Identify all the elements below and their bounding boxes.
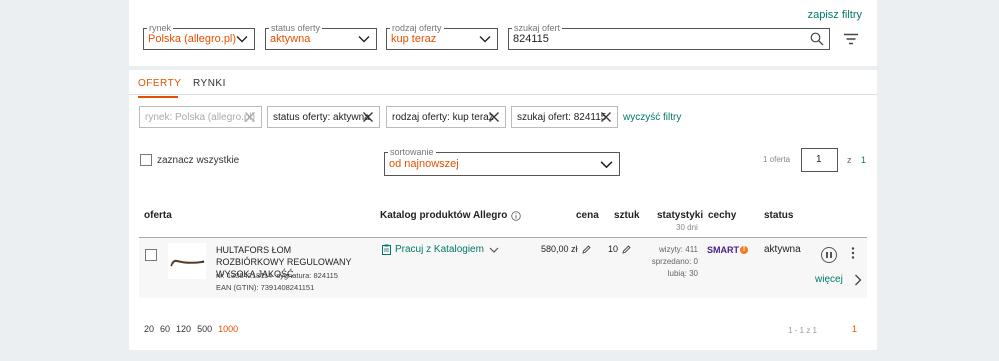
signature-label: sygnatura: xyxy=(276,271,312,280)
sort-select[interactable]: sortowanie od najnowszej xyxy=(384,146,620,176)
select-all-label: zaznacz wszystkie xyxy=(157,154,240,166)
current-page-link[interactable]: 1 xyxy=(852,324,857,334)
chevron-down-icon xyxy=(600,161,613,169)
chevron-right-icon[interactable] xyxy=(854,274,862,286)
sort-value: od najnowszej xyxy=(389,158,459,170)
sort-legend: sortowanie xyxy=(388,146,436,158)
quantity-cell: 10 xyxy=(608,244,631,254)
search-icon[interactable] xyxy=(810,32,824,46)
checkbox[interactable] xyxy=(140,154,152,166)
save-filters-link[interactable]: zapisz filtry xyxy=(808,9,862,21)
offer-nr-label: nr: xyxy=(216,271,225,280)
chevron-down-icon xyxy=(236,36,248,43)
pencil-icon[interactable] xyxy=(581,244,591,254)
stat-likes: lubią: 30 xyxy=(667,269,698,278)
pencil-icon[interactable] xyxy=(622,244,631,254)
smart-badge: SMART ! xyxy=(707,245,748,255)
close-icon[interactable] xyxy=(362,111,374,123)
status-value: aktywna xyxy=(764,244,801,255)
more-vertical-icon[interactable] xyxy=(851,246,855,260)
tab-markets[interactable]: RYNKI xyxy=(193,78,226,89)
column-header-qty: sztuk xyxy=(614,210,640,221)
crowbar-image xyxy=(170,259,205,267)
market-value: Polska (allegro.pl) xyxy=(148,33,237,45)
ean-value: 7391408241151 xyxy=(260,283,315,292)
filters-panel: zapisz filtry rynek Polska (allegro.pl) … xyxy=(129,0,877,66)
offers-panel: OFERTY RYNKI rynek: Polska (allegro.pl) … xyxy=(129,70,877,350)
close-icon[interactable] xyxy=(600,111,612,123)
search-input[interactable]: szukaj ofert 824115 xyxy=(508,22,830,50)
column-header-catalog: Katalog produktów Allegro xyxy=(380,210,522,221)
column-header-features: cechy xyxy=(708,210,737,221)
page-number-input[interactable]: 1 xyxy=(801,148,838,172)
column-header-stats: statystyki xyxy=(657,210,704,221)
pagination-top: 1 oferta 1 z 1 xyxy=(757,148,877,172)
chevron-down-icon xyxy=(489,247,499,253)
status-value: aktywna xyxy=(270,33,311,45)
signature-value: 824115 xyxy=(313,271,338,280)
row-checkbox[interactable] xyxy=(145,249,157,261)
catalog-action-label: Pracuj z Katalogiem xyxy=(395,244,484,255)
filter-settings-icon[interactable] xyxy=(844,33,858,45)
more-link[interactable]: więcej xyxy=(815,274,843,285)
column-header-catalog-label: Katalog produktów Allegro xyxy=(380,210,508,221)
stats-cell: wizyty: 411 sprzedano: 0 lubią: 30 xyxy=(639,244,698,280)
filter-chip-search: szukaj ofert: 824115 xyxy=(511,106,618,128)
price-value: 580,00 zł xyxy=(541,244,578,254)
page-range-info: 1 - 1 z 1 xyxy=(788,326,817,335)
product-thumbnail[interactable] xyxy=(168,243,206,279)
column-header-price: cena xyxy=(576,210,599,221)
filter-chip-label: rynek: Polska (allegro.pl) xyxy=(145,111,256,123)
quantity-value: 10 xyxy=(608,244,619,254)
price-cell: 580,00 zł xyxy=(541,244,591,254)
filter-chip-label: rodzaj oferty: kup teraz xyxy=(392,111,494,123)
tab-bar: OFERTY RYNKI xyxy=(129,70,877,98)
info-icon[interactable] xyxy=(511,210,522,221)
page-of-label: z xyxy=(847,155,852,165)
filter-chip-status: status oferty: aktywna xyxy=(267,106,380,128)
clear-filters-link[interactable]: wyczyść filtry xyxy=(623,112,681,123)
offer-type-select[interactable]: rodzaj oferty kup teraz xyxy=(386,22,498,50)
smart-exclamation-icon[interactable]: ! xyxy=(740,246,748,254)
filter-chip-label: szukaj ofert: 824115 xyxy=(517,111,607,123)
status-select[interactable]: status oferty aktywna xyxy=(265,22,377,50)
offer-type-value: kup teraz xyxy=(391,33,437,45)
per-page-option-active[interactable]: 1000 xyxy=(218,324,238,334)
search-value: 824115 xyxy=(513,33,549,45)
catalog-dropdown[interactable]: Pracuj z Katalogiem xyxy=(382,244,499,255)
offer-meta: nr: 13364218114 sygnatura: 824115 EAN (G… xyxy=(216,270,338,294)
clipboard-icon xyxy=(382,244,391,255)
per-page-option[interactable]: 60 xyxy=(160,324,170,334)
tab-offers[interactable]: OFERTY xyxy=(138,78,181,98)
smart-label: SMART xyxy=(707,245,739,255)
filter-chip-label: status oferty: aktywna xyxy=(273,111,370,123)
chevron-down-icon xyxy=(358,36,370,43)
stat-visits: wizyty: 411 xyxy=(659,245,698,254)
filter-chip-market: rynek: Polska (allegro.pl) xyxy=(139,106,262,128)
per-page-option[interactable]: 20 xyxy=(144,324,154,334)
chevron-down-icon xyxy=(479,36,491,43)
per-page-option[interactable]: 500 xyxy=(197,324,212,334)
offers-count: 1 oferta xyxy=(763,155,791,164)
filter-chip-type: rodzaj oferty: kup teraz xyxy=(386,106,506,128)
column-header-stats-period: 30 dni xyxy=(676,223,698,232)
column-header-offer: oferta xyxy=(144,210,172,221)
select-all-checkbox[interactable]: zaznacz wszystkie xyxy=(140,154,239,166)
close-icon[interactable] xyxy=(488,111,500,123)
pause-icon[interactable] xyxy=(821,247,837,263)
stat-sold: sprzedano: 0 xyxy=(651,257,698,266)
column-header-status: status xyxy=(764,210,794,221)
per-page-option[interactable]: 120 xyxy=(176,324,191,334)
page-total-link[interactable]: 1 xyxy=(861,155,866,165)
market-select[interactable]: rynek Polska (allegro.pl) xyxy=(143,22,255,50)
offer-nr: 13364218114 xyxy=(226,271,273,280)
table-row: HULTAFORS ŁOM ROZBIÓRKOWY REGULOWANY WYS… xyxy=(139,238,867,298)
close-icon xyxy=(245,112,255,122)
ean-label: EAN (GTIN): xyxy=(216,283,259,292)
per-page-options: 20 60 120 500 1000 xyxy=(144,324,238,334)
